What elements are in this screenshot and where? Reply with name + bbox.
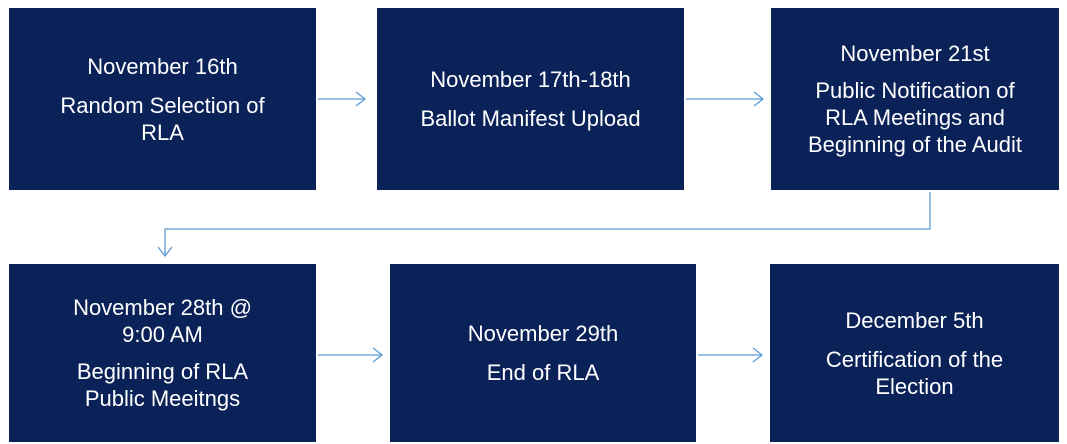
step-date: November 29th: [468, 320, 618, 347]
step-date: December 5th: [845, 307, 983, 334]
step-description-line: Public Meeitngs: [84, 386, 241, 411]
step-description: Ballot Manifest Upload: [420, 105, 640, 132]
step-end-of-rla: November 29th End of RLA: [390, 264, 696, 442]
step-date-line: November 16th: [87, 53, 238, 79]
step-description: Random Selection of RLA: [60, 92, 264, 146]
step-date-line: December 5th: [845, 307, 984, 333]
step-description-line: Beginning of RLA: [76, 359, 249, 384]
step-description-line: End of RLA: [486, 360, 600, 385]
arrowhead-4-5: [372, 347, 384, 363]
arrowhead-1-2: [355, 91, 367, 107]
step-description: Certification of the Election: [826, 346, 1003, 400]
step-date-line: November 21st: [840, 41, 990, 66]
step-date-line: November 29th: [467, 321, 619, 346]
step-public-notification: November 21st Public Notification of RLA…: [771, 8, 1059, 190]
arrowhead-5-6: [752, 347, 764, 363]
step-description-line: Ballot Manifest Upload: [420, 106, 641, 131]
step-ballot-manifest-upload: November 17th-18th Ballot Manifest Uploa…: [377, 8, 684, 190]
step-description: Beginning of RLA Public Meeitngs: [77, 358, 248, 412]
step-certification: December 5th Certification of the Electi…: [770, 264, 1059, 442]
step-description-line: RLA Meetings and: [825, 105, 1005, 130]
arrowhead-2-3: [753, 91, 765, 107]
step-date: November 16th: [87, 53, 237, 80]
step-random-selection: November 16th Random Selection of RLA: [9, 8, 316, 190]
step-description-line: Election: [875, 373, 954, 399]
step-description: Public Notification of RLA Meetings and …: [808, 77, 1022, 158]
elbow-connector-3-4: [164, 192, 931, 256]
step-date-line: November 28th @: [73, 295, 252, 320]
step-description-line: Certification of the: [825, 346, 1004, 372]
step-date: November 21st: [840, 40, 989, 67]
step-date-line: November 17th-18th: [430, 67, 631, 92]
step-date: November 28th @ 9:00 AM: [73, 294, 252, 348]
step-description-line: RLA: [141, 119, 184, 145]
step-date-line: 9:00 AM: [122, 322, 203, 347]
step-description: End of RLA: [487, 359, 600, 386]
arrowhead-3-4: [157, 246, 173, 258]
step-description-line: Public Notification of: [815, 78, 1015, 103]
step-beginning-public-meetings: November 28th @ 9:00 AM Beginning of RLA…: [9, 264, 316, 442]
step-description-line: Random Selection of: [60, 92, 265, 118]
step-date: November 17th-18th: [430, 66, 631, 93]
step-description-line: Beginning of the Audit: [807, 132, 1023, 157]
